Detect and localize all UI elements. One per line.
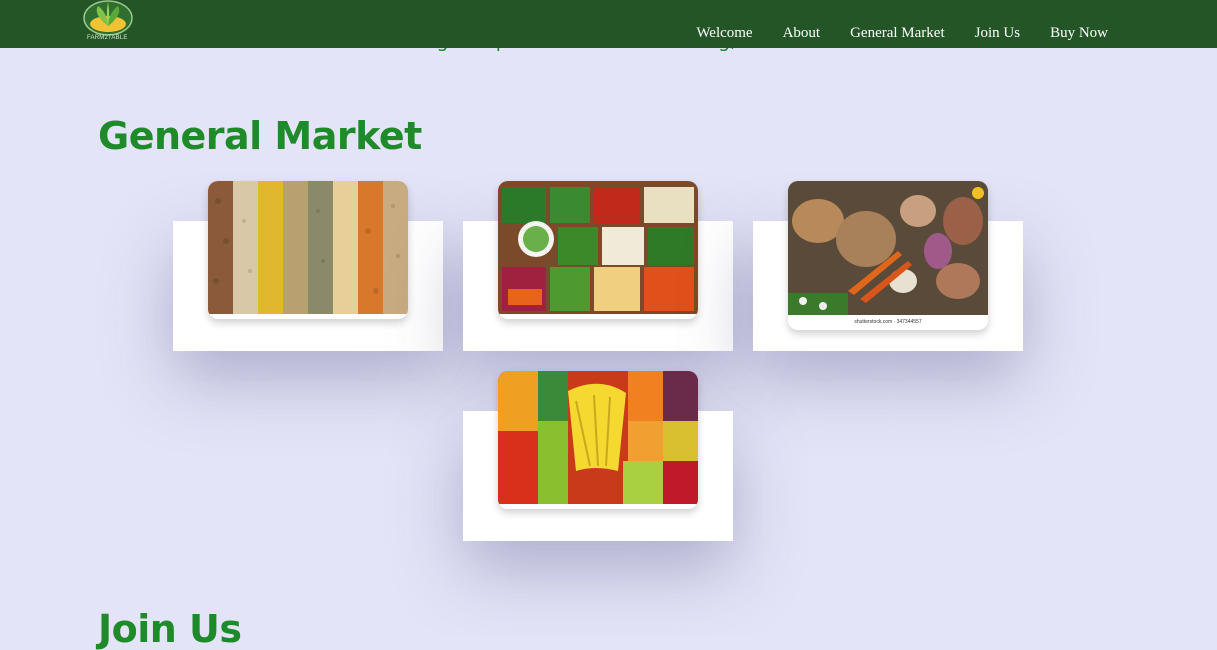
- product-image-root-vegetables[interactable]: shutterstock.com · 347344557: [788, 181, 988, 330]
- root-vegetables-image: [788, 181, 988, 315]
- navbar: FARM2TABLE Welcome About General Market …: [0, 0, 1217, 48]
- image-caption: shutterstock.com · 347344557: [854, 319, 922, 325]
- section-title-join-us: Join Us: [98, 607, 242, 650]
- vegetables-image: [498, 181, 698, 314]
- nav-link-join-us[interactable]: Join Us: [975, 24, 1020, 42]
- section-title-general-market: General Market: [98, 114, 422, 158]
- nav-link-welcome[interactable]: Welcome: [696, 24, 752, 42]
- product-image-grains[interactable]: [208, 181, 408, 319]
- nav-link-buy-now[interactable]: Buy Now: [1050, 24, 1108, 42]
- logo-text: FARM2TABLE: [87, 35, 128, 41]
- nav-link-about[interactable]: About: [783, 24, 821, 42]
- fruits-image: [498, 371, 698, 504]
- product-image-vegetables[interactable]: [498, 181, 698, 319]
- product-image-fruits[interactable]: [498, 371, 698, 509]
- nav-link-general-market[interactable]: General Market: [850, 24, 945, 42]
- nav-links: Welcome About General Market Join Us Buy…: [696, 24, 1108, 42]
- grains-image: [208, 181, 408, 314]
